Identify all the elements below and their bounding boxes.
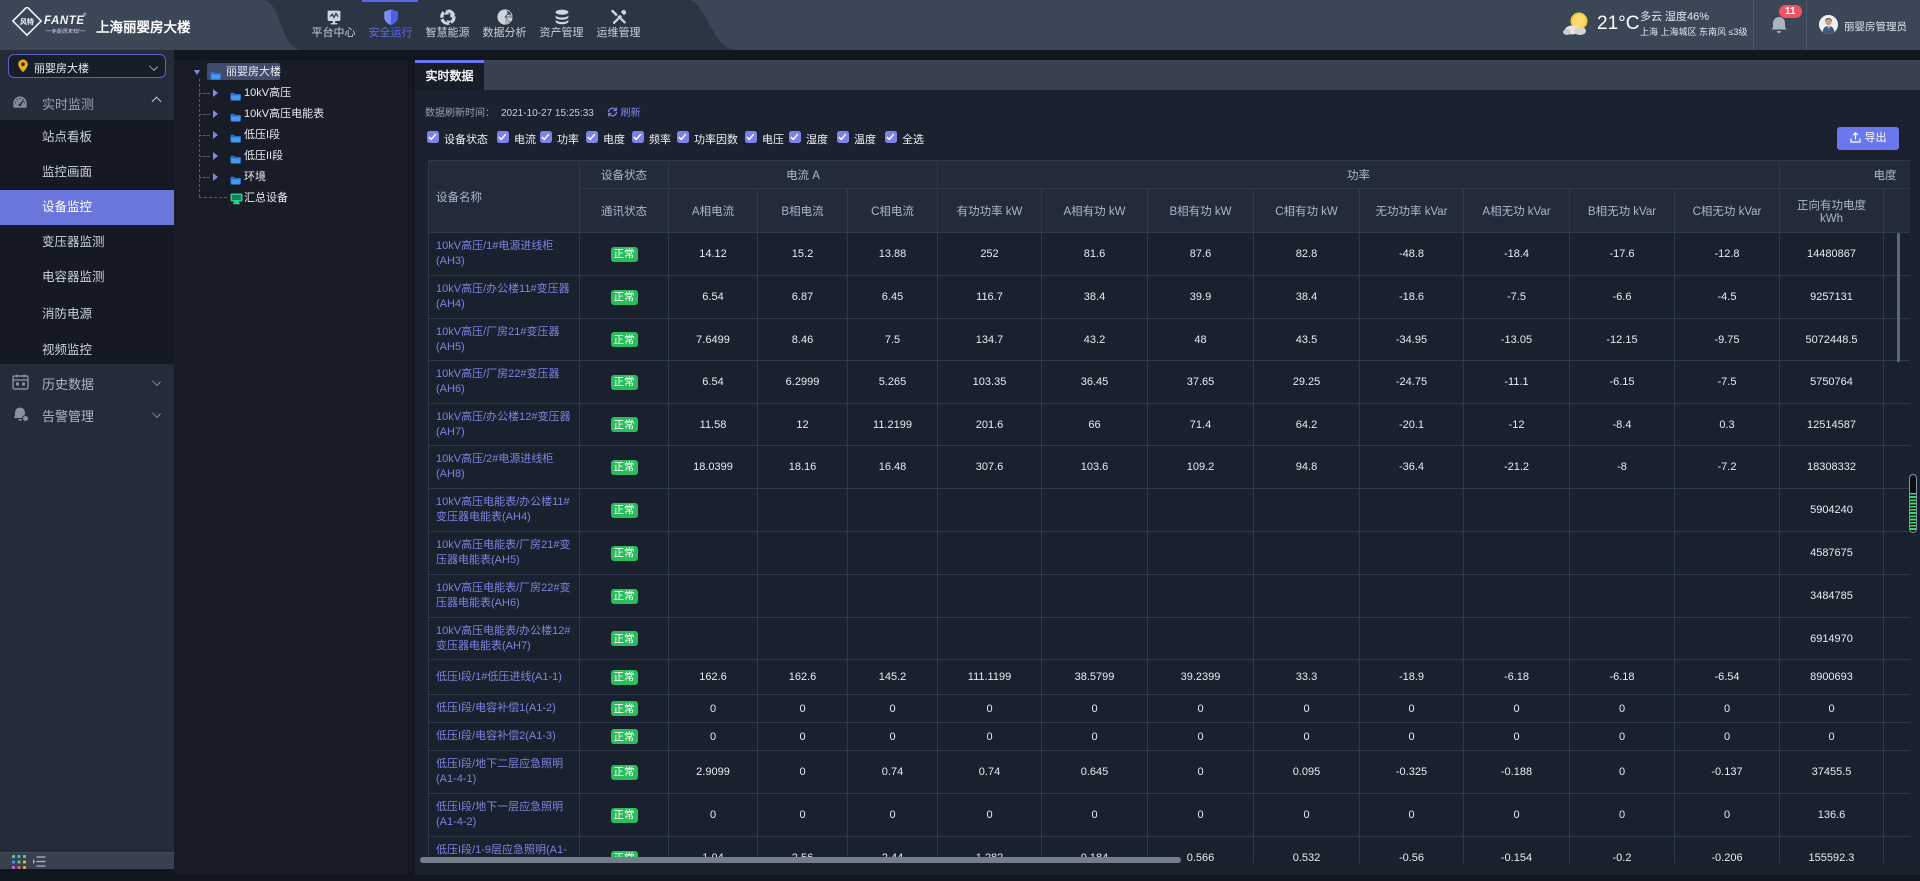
svg-text:®: ® [83, 11, 87, 17]
svg-text:风特: 风特 [20, 17, 34, 26]
svg-text:一专极而未知/一: 一专极而未知/一 [45, 28, 86, 35]
svg-text:FANTE: FANTE [44, 15, 85, 27]
